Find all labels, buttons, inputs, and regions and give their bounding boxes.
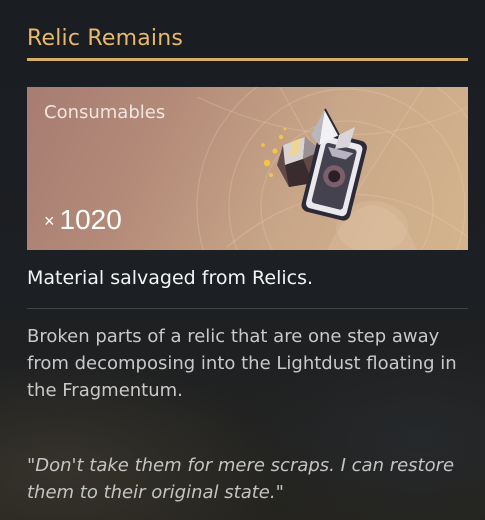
item-description: Broken parts of a relic that are one ste… — [27, 326, 457, 401]
item-card: Consumables × 1020 — [27, 87, 468, 250]
title-underline — [27, 58, 468, 61]
relic-remains-icon — [261, 108, 367, 221]
item-quote: "Don't take them for mere scraps. I can … — [27, 455, 455, 503]
item-detail-panel: Relic Remains Consumables × 1020 Materia… — [0, 0, 485, 520]
quantity-value: 1020 — [59, 204, 122, 235]
quantity-prefix: × — [44, 211, 55, 231]
item-summary: Material salvaged from Relics. — [27, 267, 314, 289]
item-quantity: × 1020 — [44, 203, 122, 237]
item-title: Relic Remains — [27, 26, 184, 51]
section-divider — [27, 308, 468, 309]
item-category: Consumables — [44, 102, 166, 123]
